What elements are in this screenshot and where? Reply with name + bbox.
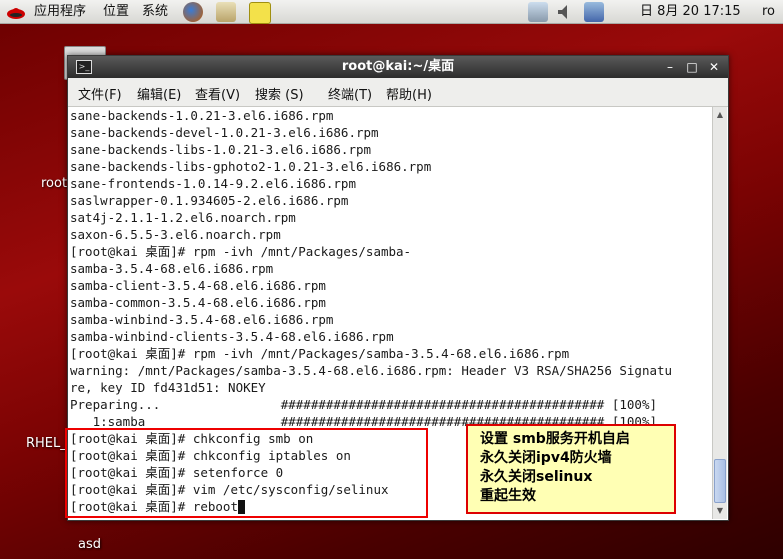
annotation-line: 重起生效 bbox=[480, 488, 536, 504]
user-label[interactable]: ro bbox=[762, 0, 775, 24]
terminal-line: re, key ID fd431d51: NOKEY bbox=[70, 380, 266, 395]
minimize-button[interactable]: – bbox=[660, 56, 680, 78]
terminal-line: sane-backends-libs-gphoto2-1.0.21-3.el6.… bbox=[70, 159, 432, 174]
scroll-thumb[interactable] bbox=[714, 459, 726, 503]
menu-edit[interactable]: 编辑(E) bbox=[137, 84, 181, 103]
menu-terminal[interactable]: 终端(T) bbox=[328, 84, 372, 103]
mail-icon[interactable] bbox=[216, 2, 236, 22]
terminal-line: warning: /mnt/Packages/samba-3.5.4-68.el… bbox=[70, 363, 673, 378]
volume-icon[interactable] bbox=[556, 2, 572, 22]
scroll-down-icon[interactable]: ▼ bbox=[713, 504, 727, 518]
terminal-icon: >_ bbox=[76, 60, 92, 74]
terminal-line: samba-winbind-3.5.4-68.el6.i686.rpm bbox=[70, 312, 334, 327]
terminal-line: samba-common-3.5.4-68.el6.i686.rpm bbox=[70, 295, 326, 310]
display-icon[interactable] bbox=[584, 2, 604, 22]
highlight-box bbox=[65, 428, 428, 518]
terminal-line: saslwrapper-0.1.934605-2.el6.i686.rpm bbox=[70, 193, 349, 208]
terminal-line: sane-backends-1.0.21-3.el6.i686.rpm bbox=[70, 108, 334, 123]
desktop-icon-label-asd[interactable]: asd bbox=[78, 537, 101, 552]
terminal-line: sane-backends-libs-1.0.21-3.el6.i686.rpm bbox=[70, 142, 372, 157]
top-panel: 应用程序 位置 系统 日 8月 20 17:15 ro bbox=[0, 0, 783, 24]
places-menu[interactable]: 位置 bbox=[103, 0, 129, 24]
close-button[interactable]: ✕ bbox=[704, 56, 724, 78]
window-titlebar[interactable]: >_ root@kai:~/桌面 – □ ✕ bbox=[68, 56, 728, 78]
terminal-line: samba-3.5.4-68.el6.i686.rpm bbox=[70, 261, 274, 276]
annotation-line: 永久关闭ipv4防火墙 bbox=[480, 450, 612, 466]
menu-file[interactable]: 文件(F) bbox=[78, 84, 122, 103]
applications-menu[interactable]: 应用程序 bbox=[34, 0, 86, 24]
terminal-line: [root@kai 桌面]# rpm -ivh /mnt/Packages/sa… bbox=[70, 346, 570, 361]
terminal-line: sane-frontends-1.0.14-9.2.el6.i686.rpm bbox=[70, 176, 356, 191]
window-title: root@kai:~/桌面 bbox=[341, 59, 455, 74]
desktop-icon-label-root[interactable]: root bbox=[41, 176, 67, 191]
terminal-line: saxon-6.5.5-3.el6.noarch.rpm bbox=[70, 227, 281, 242]
terminal-line: sat4j-2.1.1-1.2.el6.noarch.rpm bbox=[70, 210, 296, 225]
system-menu[interactable]: 系统 bbox=[142, 0, 168, 24]
menu-view[interactable]: 查看(V) bbox=[195, 84, 240, 103]
network-icon[interactable] bbox=[528, 2, 548, 22]
menubar: 文件(F) 编辑(E) 查看(V) 搜索 (S) 终端(T) 帮助(H) bbox=[68, 78, 728, 107]
terminal-line: samba-client-3.5.4-68.el6.i686.rpm bbox=[70, 278, 326, 293]
annotation-line: 设置 smb服务开机自启 bbox=[480, 431, 630, 447]
redhat-logo-icon[interactable] bbox=[6, 3, 26, 21]
annotation-note: 设置 smb服务开机自启 永久关闭ipv4防火墙 永久关闭selinux 重起生… bbox=[466, 424, 676, 514]
menu-help[interactable]: 帮助(H) bbox=[386, 84, 432, 103]
terminal-line: sane-backends-devel-1.0.21-3.el6.i686.rp… bbox=[70, 125, 379, 140]
terminal-line: Preparing... ###########################… bbox=[70, 397, 657, 412]
clock[interactable]: 日 8月 20 17:15 bbox=[640, 0, 741, 24]
scroll-up-icon[interactable]: ▲ bbox=[713, 108, 727, 122]
scrollbar[interactable]: ▲ ▼ bbox=[712, 107, 727, 519]
firefox-icon[interactable] bbox=[183, 2, 203, 22]
menu-search[interactable]: 搜索 (S) bbox=[255, 84, 304, 103]
desktop-icon-label-rhel[interactable]: RHEL_ bbox=[26, 436, 67, 451]
annotation-line: 永久关闭selinux bbox=[480, 469, 593, 485]
notes-icon[interactable] bbox=[249, 2, 271, 24]
terminal-line: [root@kai 桌面]# rpm -ivh /mnt/Packages/sa… bbox=[70, 244, 412, 259]
terminal-line: samba-winbind-clients-3.5.4-68.el6.i686.… bbox=[70, 329, 394, 344]
maximize-button[interactable]: □ bbox=[682, 56, 702, 78]
